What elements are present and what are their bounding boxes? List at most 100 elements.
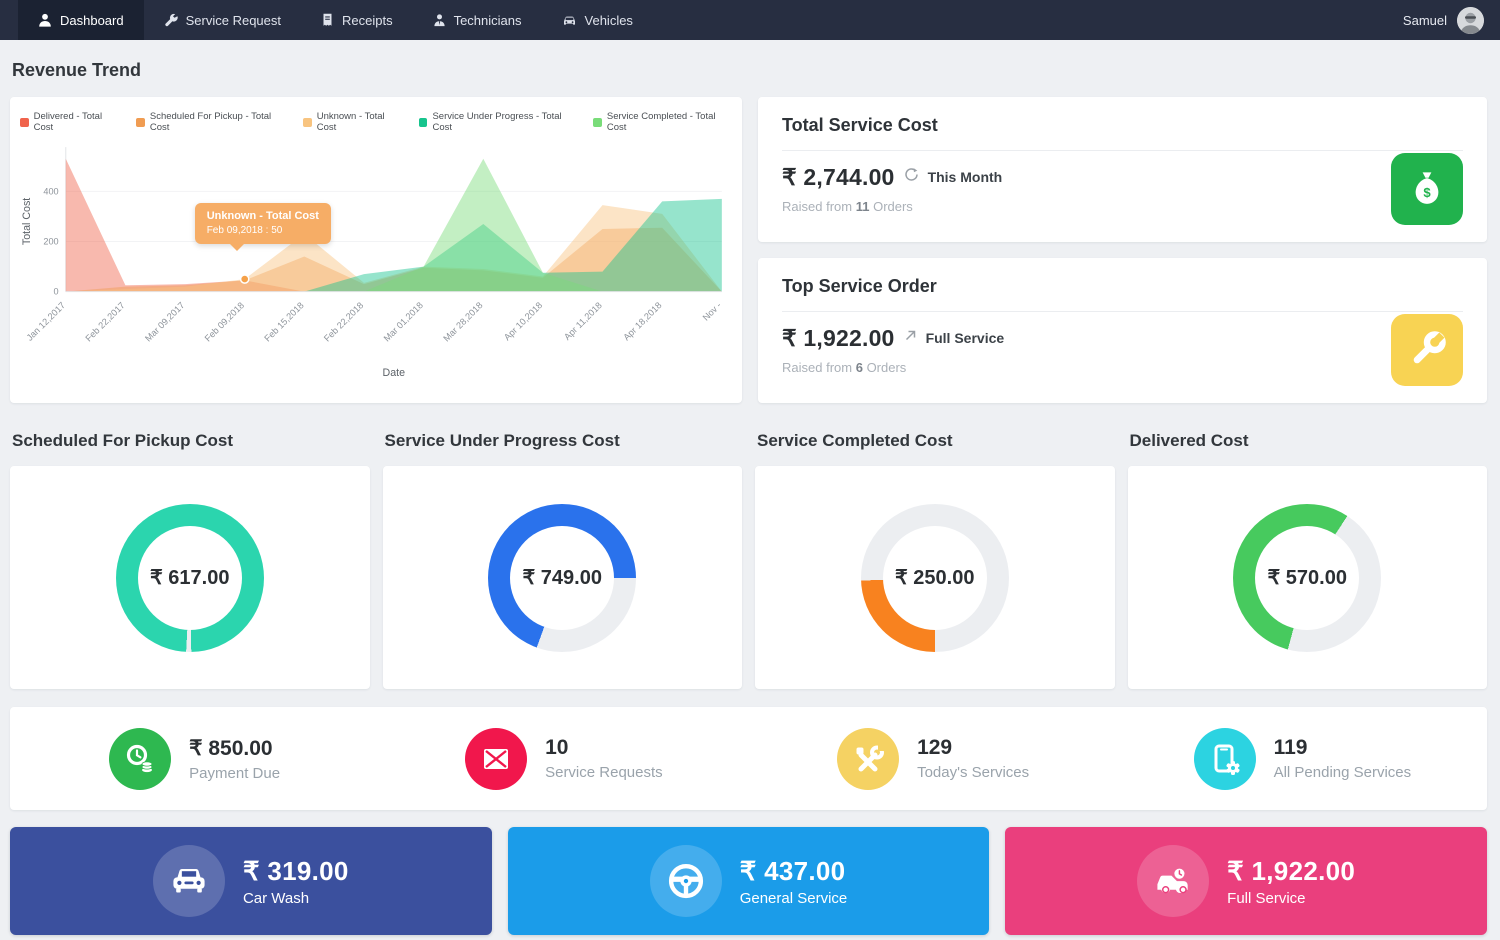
svg-text:Mar 28,2018: Mar 28,2018	[441, 300, 484, 343]
nav-item-label: Technicians	[454, 13, 522, 28]
stat-value: 129	[917, 736, 1029, 760]
under-progress-donut-card: ₹ 749.00	[383, 466, 743, 689]
stat-value: ₹ 850.00	[189, 736, 280, 761]
steering-wheel-icon	[650, 845, 722, 917]
stat-value: 119	[1274, 736, 1412, 760]
donut-value: ₹ 570.00	[1268, 565, 1347, 590]
top-service-name: Full Service	[926, 330, 1005, 346]
nav-item-label: Vehicles	[585, 13, 633, 28]
wrench-icon	[164, 13, 178, 27]
avatar	[1457, 7, 1484, 34]
svg-text:Apr 10,2018: Apr 10,2018	[502, 300, 544, 342]
car-clock-icon	[1137, 845, 1209, 917]
nav-item-technicians[interactable]: Technicians	[413, 0, 542, 40]
full-service-card[interactable]: ₹ 1,922.00 Full Service	[1005, 827, 1487, 935]
donut-value: ₹ 617.00	[150, 565, 229, 590]
stats-band: ₹ 850.00 Payment Due 10 Service Requests…	[10, 707, 1487, 810]
svg-text:Feb 09,2018: Feb 09,2018	[203, 300, 246, 343]
delivered-donut-card: ₹ 570.00	[1128, 466, 1488, 689]
service-label: General Service	[740, 890, 848, 907]
svg-text:Feb 22,2017: Feb 22,2017	[83, 300, 126, 343]
svg-text:Date: Date	[383, 367, 406, 379]
nav-item-vehicles[interactable]: Vehicles	[542, 0, 653, 40]
donut-value: ₹ 749.00	[523, 565, 602, 590]
period-label: This Month	[928, 169, 1003, 185]
tooltip-value: Feb 09,2018 : 50	[207, 225, 319, 236]
car-wash-card[interactable]: ₹ 319.00 Car Wash	[10, 827, 492, 935]
stat-all-pending-services: 119 All Pending Services	[1118, 728, 1487, 790]
legend-label: Service Under Progress - Total Cost	[432, 111, 577, 133]
donut-chart: ₹ 570.00	[1233, 504, 1381, 652]
legend-label: Scheduled For Pickup - Total Cost	[150, 111, 287, 133]
legend-item[interactable]: Scheduled For Pickup - Total Cost	[136, 111, 287, 133]
general-service-card[interactable]: ₹ 437.00 General Service	[508, 827, 990, 935]
donut-col-scheduled-pickup: Scheduled For Pickup Cost ₹ 617.00	[10, 431, 370, 689]
stat-value: 10	[545, 736, 663, 760]
svg-text:$: $	[1423, 184, 1431, 199]
legend-swatch	[20, 118, 29, 127]
svg-text:Apr 11,2018: Apr 11,2018	[562, 300, 604, 342]
money-bag-icon: $	[1391, 153, 1463, 225]
clock-coins-icon	[109, 728, 171, 790]
top-nav: Dashboard Service Request Receipts Techn…	[0, 0, 1500, 40]
legend-label: Delivered - Total Cost	[34, 111, 121, 133]
legend-item[interactable]: Service Under Progress - Total Cost	[419, 111, 577, 133]
user-name: Samuel	[1403, 13, 1447, 28]
nav-item-service-request[interactable]: Service Request	[144, 0, 301, 40]
tooltip-series-name: Unknown - Total Cost	[207, 210, 319, 222]
technician-icon	[433, 13, 446, 27]
nav-item-label: Dashboard	[60, 13, 124, 28]
svg-text:Mar 01,2018: Mar 01,2018	[382, 300, 425, 343]
revenue-area-chart: 0200400Jan 12,2017Feb 22,2017Mar 09,2017…	[20, 137, 732, 381]
completed-donut-card: ₹ 250.00	[755, 466, 1115, 689]
legend-swatch	[593, 118, 602, 127]
user-icon	[38, 13, 52, 27]
legend-item[interactable]: Unknown - Total Cost	[303, 111, 403, 133]
svg-text:Apr 18,2018: Apr 18,2018	[621, 300, 663, 342]
legend-swatch	[303, 118, 312, 127]
donut-col-under-progress: Service Under Progress Cost ₹ 749.00	[383, 431, 743, 689]
stat-label: All Pending Services	[1274, 764, 1412, 781]
legend-swatch	[136, 118, 145, 127]
page-title: Revenue Trend	[12, 60, 1487, 81]
legend-label: Unknown - Total Cost	[317, 111, 403, 133]
orders-count: 11	[856, 199, 870, 214]
history-clock-icon	[904, 167, 919, 187]
service-amount: ₹ 1,922.00	[1227, 856, 1355, 887]
revenue-trend-chart-card: Delivered - Total Cost Scheduled For Pick…	[10, 97, 742, 403]
stat-label: Payment Due	[189, 765, 280, 782]
donut-title: Scheduled For Pickup Cost	[12, 431, 370, 451]
legend-swatch	[419, 118, 428, 127]
nav-item-dashboard[interactable]: Dashboard	[18, 0, 144, 40]
raised-from-text: Raised from 11 Orders	[782, 199, 1002, 214]
total-service-cost-amount: ₹ 2,744.00	[782, 164, 895, 191]
svg-text:Mar 09,2017: Mar 09,2017	[143, 300, 186, 343]
chart-legend: Delivered - Total Cost Scheduled For Pick…	[20, 111, 732, 133]
total-service-cost-card: Total Service Cost ₹ 2,744.00 This Month…	[758, 97, 1487, 242]
service-amount: ₹ 319.00	[243, 856, 349, 887]
donut-title: Service Under Progress Cost	[385, 431, 743, 451]
top-service-order-card: Top Service Order ₹ 1,922.00 Full Servic…	[758, 258, 1487, 403]
legend-item[interactable]: Service Completed - Total Cost	[593, 111, 732, 133]
service-label: Full Service	[1227, 890, 1355, 907]
legend-item[interactable]: Delivered - Total Cost	[20, 111, 120, 133]
nav-item-receipts[interactable]: Receipts	[301, 0, 413, 40]
orders-count: 6	[856, 360, 863, 375]
service-amount: ₹ 437.00	[740, 856, 848, 887]
nav-item-label: Receipts	[342, 13, 393, 28]
nav-item-label: Service Request	[186, 13, 281, 28]
user-menu[interactable]: Samuel	[1403, 7, 1484, 34]
donut-chart: ₹ 250.00	[861, 504, 1009, 652]
svg-text:0: 0	[54, 287, 59, 297]
donut-col-delivered: Delivered Cost ₹ 570.00	[1128, 431, 1488, 689]
car-front-icon	[153, 845, 225, 917]
svg-text:Feb 15,2018: Feb 15,2018	[262, 300, 305, 343]
svg-text:Nov -: Nov -	[701, 300, 724, 323]
stat-payment-due: ₹ 850.00 Payment Due	[10, 728, 379, 790]
donut-chart: ₹ 749.00	[488, 504, 636, 652]
card-title: Top Service Order	[782, 276, 1463, 312]
donut-title: Service Completed Cost	[757, 431, 1115, 451]
donut-value: ₹ 250.00	[895, 565, 974, 590]
legend-label: Service Completed - Total Cost	[607, 111, 732, 133]
donut-title: Delivered Cost	[1130, 431, 1488, 451]
